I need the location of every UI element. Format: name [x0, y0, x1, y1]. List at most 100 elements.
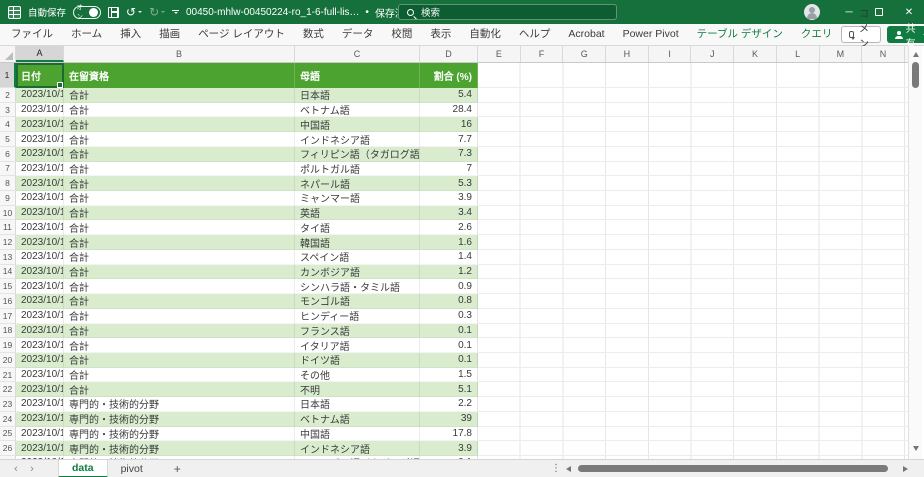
cell-D6[interactable]: 7.3	[420, 147, 478, 162]
cell-D17[interactable]: 0.3	[420, 309, 478, 324]
cell-D2[interactable]: 5.4	[420, 88, 478, 103]
cell-A20[interactable]: 2023/10/1	[16, 353, 64, 368]
cell-C21[interactable]: その他	[295, 368, 420, 383]
cell-B25[interactable]: 専門的・技術的分野	[64, 427, 295, 442]
cell-A10[interactable]: 2023/10/1	[16, 206, 64, 221]
empty-cells-row-7[interactable]	[478, 162, 908, 177]
cell-C23[interactable]: 日本語	[295, 397, 420, 412]
vertical-scrollbar[interactable]	[908, 46, 922, 459]
empty-cells-row-14[interactable]	[478, 265, 908, 280]
cell-D15[interactable]: 0.9	[420, 279, 478, 294]
ribbon-contextual-tab-テーブル デザイン[interactable]: テーブル デザイン	[688, 24, 792, 45]
cell-C19[interactable]: イタリア語	[295, 338, 420, 353]
cell-B10[interactable]: 合計	[64, 206, 295, 221]
cell-B19[interactable]: 合計	[64, 338, 295, 353]
cell-A12[interactable]: 2023/10/1	[16, 235, 64, 250]
cell-D20[interactable]: 0.1	[420, 353, 478, 368]
cell-D18[interactable]: 0.1	[420, 324, 478, 339]
cell-A24[interactable]: 2023/10/1	[16, 412, 64, 427]
cell-C14[interactable]: カンボジア語	[295, 265, 420, 280]
ribbon-tab-ホーム[interactable]: ホーム	[62, 24, 111, 45]
select-all-button[interactable]	[0, 46, 16, 62]
cell-D21[interactable]: 1.5	[420, 368, 478, 383]
empty-cells-row-1[interactable]	[478, 63, 908, 88]
row-header-14[interactable]: 14	[0, 265, 16, 280]
row-header-26[interactable]: 26	[0, 441, 16, 456]
cell-A4[interactable]: 2023/10/1	[16, 117, 64, 132]
empty-cells-row-12[interactable]	[478, 235, 908, 250]
column-header-I[interactable]: I	[649, 46, 692, 62]
empty-cells-row-13[interactable]	[478, 250, 908, 265]
cell-B16[interactable]: 合計	[64, 294, 295, 309]
scroll-down-icon[interactable]	[913, 446, 919, 451]
cell-A1-selected[interactable]: 日付	[16, 63, 64, 88]
cell-C9[interactable]: ミャンマー語	[295, 191, 420, 206]
share-button[interactable]: 共有	[887, 26, 924, 43]
add-sheet-button[interactable]: +	[174, 462, 181, 476]
horizontal-scrollbar-thumb[interactable]	[578, 465, 888, 472]
row-header-5[interactable]: 5	[0, 132, 16, 147]
ribbon-contextual-tab-クエリ[interactable]: クエリ	[792, 24, 842, 45]
cell-D1[interactable]: 割合 (%)	[420, 63, 478, 88]
cell-D16[interactable]: 0.8	[420, 294, 478, 309]
cell-D25[interactable]: 17.8	[420, 427, 478, 442]
cell-D9[interactable]: 3.9	[420, 191, 478, 206]
column-header-E[interactable]: E	[478, 46, 521, 62]
empty-cells-row-2[interactable]	[478, 88, 908, 103]
cell-C16[interactable]: モンゴル語	[295, 294, 420, 309]
row-header-12[interactable]: 12	[0, 235, 16, 250]
cell-B13[interactable]: 合計	[64, 250, 295, 265]
cell-B7[interactable]: 合計	[64, 162, 295, 177]
cell-A17[interactable]: 2023/10/1	[16, 309, 64, 324]
cell-D26[interactable]: 3.9	[420, 441, 478, 456]
cell-C8[interactable]: ネパール語	[295, 176, 420, 191]
empty-cells-row-18[interactable]	[478, 324, 908, 339]
cell-A16[interactable]: 2023/10/1	[16, 294, 64, 309]
column-header-F[interactable]: F	[521, 46, 564, 62]
empty-cells-row-22[interactable]	[478, 382, 908, 397]
sheet-tab-pivot[interactable]: pivot	[108, 460, 156, 477]
row-header-3[interactable]: 3	[0, 103, 16, 118]
cell-B9[interactable]: 合計	[64, 191, 295, 206]
empty-cells-row-10[interactable]	[478, 206, 908, 221]
cell-B3[interactable]: 合計	[64, 103, 295, 118]
row-header-24[interactable]: 24	[0, 412, 16, 427]
row-header-9[interactable]: 9	[0, 191, 16, 206]
row-header-19[interactable]: 19	[0, 338, 16, 353]
cell-C11[interactable]: タイ語	[295, 220, 420, 235]
cell-D24[interactable]: 39	[420, 412, 478, 427]
sheet-bar-more-icon[interactable]: ⋮	[551, 463, 561, 474]
cell-A2[interactable]: 2023/10/1	[16, 88, 64, 103]
cell-A25[interactable]: 2023/10/1	[16, 427, 64, 442]
empty-cells-row-21[interactable]	[478, 368, 908, 383]
cell-D5[interactable]: 7.7	[420, 132, 478, 147]
hscroll-left-icon[interactable]	[566, 466, 571, 472]
cell-C6[interactable]: フィリピン語（タガログ語）	[295, 147, 420, 162]
column-header-L[interactable]: L	[777, 46, 820, 62]
ribbon-tab-Power Pivot[interactable]: Power Pivot	[614, 24, 688, 45]
ribbon-tab-ヘルプ[interactable]: ヘルプ	[510, 24, 560, 45]
cell-B12[interactable]: 合計	[64, 235, 295, 250]
row-header-11[interactable]: 11	[0, 220, 16, 235]
cell-B20[interactable]: 合計	[64, 353, 295, 368]
document-title-group[interactable]: 00450-mhlw-00450224-ro_1-6-full-lis… • 保…	[186, 0, 427, 24]
cell-D3[interactable]: 28.4	[420, 103, 478, 118]
empty-cells-row-3[interactable]	[478, 103, 908, 118]
cell-D12[interactable]: 1.6	[420, 235, 478, 250]
redo-button[interactable]: ↻	[149, 6, 165, 18]
cell-C20[interactable]: ドイツ語	[295, 353, 420, 368]
cell-A15[interactable]: 2023/10/1	[16, 279, 64, 294]
cell-A8[interactable]: 2023/10/1	[16, 176, 64, 191]
cell-B4[interactable]: 合計	[64, 117, 295, 132]
row-header-8[interactable]: 8	[0, 176, 16, 191]
cell-C22[interactable]: 不明	[295, 382, 420, 397]
cell-C26[interactable]: インドネシア語	[295, 441, 420, 456]
cell-C12[interactable]: 韓国語	[295, 235, 420, 250]
empty-cells-row-16[interactable]	[478, 294, 908, 309]
cell-C3[interactable]: ベトナム語	[295, 103, 420, 118]
cell-B5[interactable]: 合計	[64, 132, 295, 147]
empty-cells-row-17[interactable]	[478, 309, 908, 324]
ribbon-tab-ページ レイアウト[interactable]: ページ レイアウト	[189, 24, 294, 45]
cell-A26[interactable]: 2023/10/1	[16, 441, 64, 456]
empty-cells-row-19[interactable]	[478, 338, 908, 353]
